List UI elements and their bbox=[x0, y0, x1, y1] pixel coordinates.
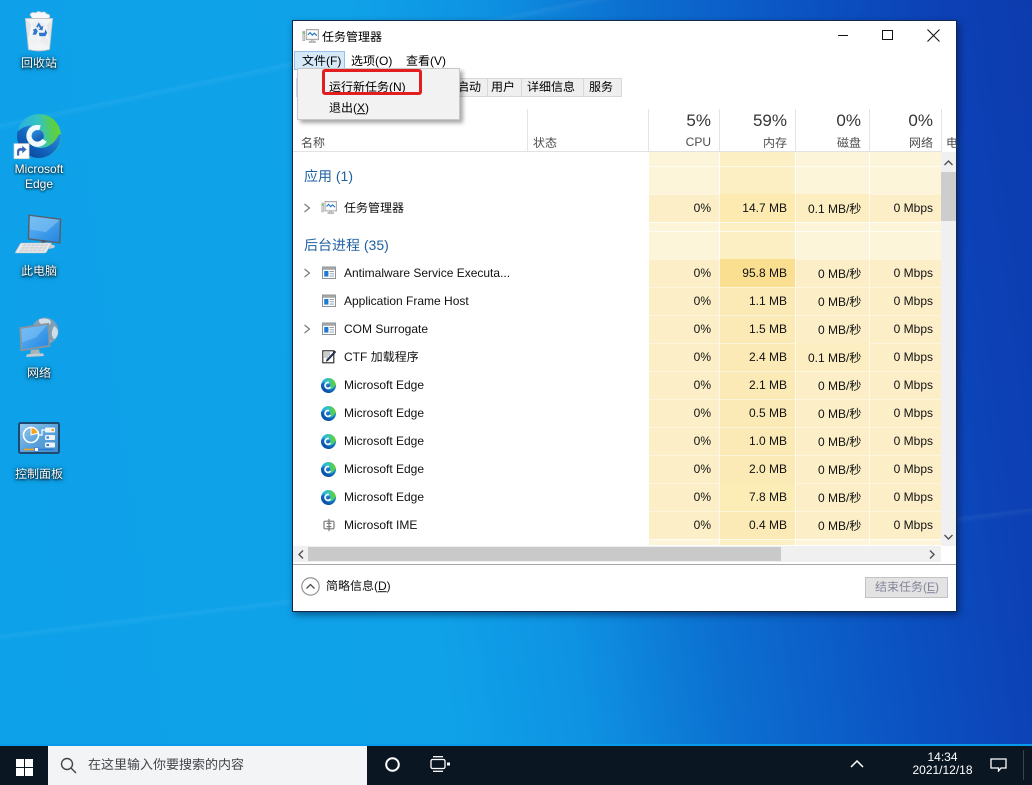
svg-text:0 MB/: 0 MB/ bbox=[818, 519, 850, 533]
svg-text:(1): (1) bbox=[336, 168, 353, 184]
svg-text:(X): (X) bbox=[353, 101, 369, 115]
svg-text:0 MB/: 0 MB/ bbox=[818, 435, 850, 449]
svg-text:(D): (D) bbox=[374, 579, 391, 593]
svg-text:0 MB/: 0 MB/ bbox=[818, 491, 850, 505]
svg-text:0 MB/: 0 MB/ bbox=[818, 267, 850, 281]
svg-text:0 MB/: 0 MB/ bbox=[818, 323, 850, 337]
svg-text:(E): (E) bbox=[923, 580, 939, 594]
svg-text:CTF: CTF bbox=[344, 350, 367, 364]
svg-text:0.1 MB/: 0.1 MB/ bbox=[808, 351, 850, 365]
svg-text:(V): (V) bbox=[430, 54, 446, 68]
svg-text:(O): (O) bbox=[375, 54, 392, 68]
svg-text:(35): (35) bbox=[364, 237, 389, 253]
svg-text:0.1 MB/: 0.1 MB/ bbox=[808, 202, 850, 216]
svg-text:0 MB/: 0 MB/ bbox=[818, 407, 850, 421]
svg-text:0 MB/: 0 MB/ bbox=[818, 379, 850, 393]
svg-text:0 MB/: 0 MB/ bbox=[818, 463, 850, 477]
svg-text:(F): (F) bbox=[326, 54, 341, 68]
svg-text:0 MB/: 0 MB/ bbox=[818, 295, 850, 309]
